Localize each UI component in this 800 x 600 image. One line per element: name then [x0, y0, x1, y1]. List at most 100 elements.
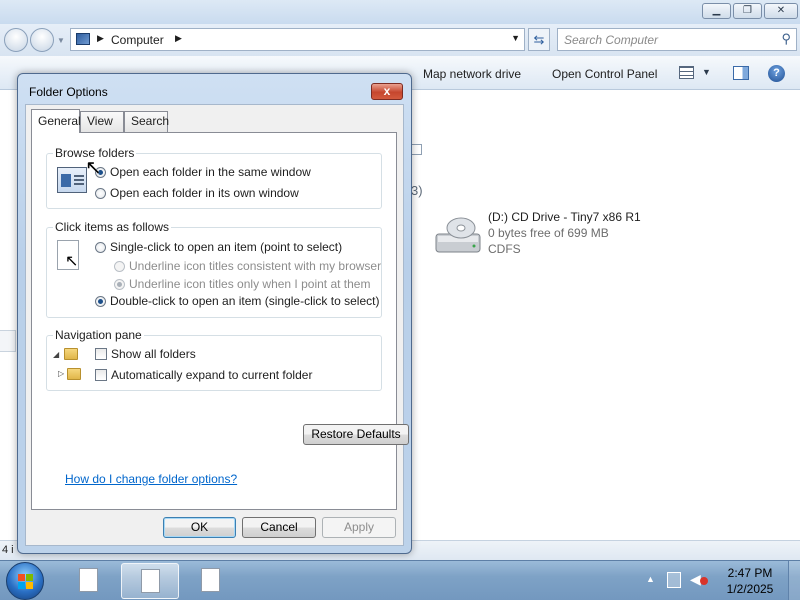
auto-expand-label[interactable]: Automatically expand to current folder — [111, 368, 312, 382]
same-window-option[interactable]: Open each folder in the same window — [95, 165, 311, 179]
refresh-button[interactable]: ⇆ — [528, 28, 550, 51]
group-count-partial: 3) — [411, 183, 423, 198]
same-window-label[interactable]: Open each folder in the same window — [110, 165, 311, 179]
recent-pages-dropdown-icon[interactable]: ▼ — [57, 36, 65, 45]
apply-button: Apply — [322, 517, 396, 538]
search-icon[interactable]: ⚲ — [781, 31, 791, 47]
taskbar-item-document-1[interactable] — [60, 563, 118, 599]
clock-time[interactable]: 2:47 PM — [720, 566, 780, 580]
maximize-button[interactable]: ❐ — [733, 3, 762, 19]
close-icon: x — [383, 84, 391, 98]
click-items-icon — [57, 240, 79, 271]
minimize-button[interactable]: ▁ — [702, 3, 731, 19]
address-bar-row: ▼ ▶ Computer ▶ ▼ ⇆ ⚲ — [0, 24, 800, 56]
folder-icon — [64, 348, 78, 360]
close-icon: ✕ — [776, 5, 786, 16]
single-click-option[interactable]: Single-click to open an item (point to s… — [95, 240, 342, 254]
show-all-folders-checkbox[interactable] — [95, 348, 107, 360]
restore-defaults-button[interactable]: Restore Defaults — [303, 424, 409, 445]
underline-browser-radio — [114, 261, 125, 272]
preview-pane-icon[interactable] — [733, 66, 749, 80]
explorer-titlebar: ▁ ❐ ✕ — [0, 0, 800, 24]
cd-drive-free-space: 0 bytes free of 699 MB — [488, 226, 609, 240]
show-hidden-icons-icon[interactable]: ▲ — [646, 574, 655, 584]
computer-icon — [76, 33, 90, 45]
taskbar: ▲ ◀ 2:47 PM 1/2/2025 — [0, 560, 800, 600]
dialog-title: Folder Options — [29, 85, 108, 99]
underline-browser-option: Underline icon titles consistent with my… — [114, 259, 381, 273]
minimize-icon: ▁ — [712, 5, 721, 16]
show-desktop-button[interactable] — [788, 561, 800, 600]
click-items-legend: Click items as follows — [53, 220, 172, 234]
breadcrumb-arrow-icon[interactable]: ▶ — [175, 33, 182, 44]
nav-pane-scroll-partial[interactable] — [0, 330, 16, 352]
group-checkbox-partial[interactable] — [411, 144, 422, 155]
search-input[interactable] — [564, 32, 769, 47]
mouse-pointer-icon: ↖ — [85, 157, 102, 179]
view-dropdown-icon[interactable]: ▼ — [702, 67, 711, 77]
search-box[interactable]: ⚲ — [557, 28, 797, 51]
explorer-close-button[interactable]: ✕ — [764, 3, 798, 19]
address-dropdown-icon[interactable]: ▼ — [511, 33, 520, 43]
taskbar-item-document-2[interactable] — [121, 563, 179, 599]
document-icon — [79, 568, 98, 592]
restore-icon: ❐ — [743, 5, 752, 16]
document-icon — [201, 568, 220, 592]
tab-search[interactable]: Search — [124, 111, 169, 132]
collapsed-triangle-icon: ▷ — [58, 369, 65, 378]
navigation-pane-group: Navigation pane ◢ ▷ Show all folders Aut… — [46, 328, 382, 391]
folder-icon — [67, 368, 81, 380]
dialog-close-button[interactable]: x — [371, 83, 403, 100]
item-count-text: 4 i — [2, 544, 14, 556]
cd-drive-item[interactable]: (D:) CD Drive - Tiny7 x86 R1 0 bytes fre… — [434, 208, 784, 258]
address-bar[interactable]: ▶ Computer ▶ ▼ — [70, 28, 525, 51]
dialog-body: General View Search Browse folders Open … — [25, 104, 409, 546]
own-window-option[interactable]: Open each folder in its own window — [95, 186, 299, 200]
muted-indicator-icon — [700, 577, 708, 585]
cancel-button[interactable]: Cancel — [242, 517, 316, 538]
navigation-pane-legend: Navigation pane — [53, 328, 144, 342]
show-all-folders-option[interactable]: Show all folders — [95, 347, 196, 361]
change-view-icon[interactable] — [679, 66, 694, 79]
map-network-drive-button[interactable]: Map network drive — [423, 67, 521, 81]
cd-drive-name: (D:) CD Drive - Tiny7 x86 R1 — [488, 210, 641, 224]
folder-options-help-link[interactable]: How do I change folder options? — [65, 472, 237, 486]
double-click-label[interactable]: Double-click to open an item (single-cli… — [110, 294, 379, 308]
tab-general[interactable]: General — [31, 109, 81, 133]
breadcrumb-computer[interactable]: Computer — [111, 33, 164, 47]
network-icon[interactable] — [667, 572, 681, 588]
auto-expand-checkbox[interactable] — [95, 369, 107, 381]
show-all-folders-label[interactable]: Show all folders — [111, 347, 196, 361]
cd-drive-filesystem: CDFS — [488, 242, 521, 256]
folder-options-dialog: Folder Options x General View Search Bro… — [17, 73, 412, 554]
auto-expand-option[interactable]: Automatically expand to current folder — [95, 368, 312, 382]
own-window-radio[interactable] — [95, 188, 106, 199]
general-tab-panel: Browse folders Open each folder in the s… — [31, 132, 409, 510]
tab-view[interactable]: View — [80, 111, 124, 132]
open-control-panel-button[interactable]: Open Control Panel — [552, 67, 657, 81]
forward-button[interactable] — [30, 28, 54, 52]
ok-button[interactable]: OK — [163, 517, 236, 538]
single-click-radio[interactable] — [95, 242, 106, 253]
back-button[interactable] — [4, 28, 28, 52]
browse-folders-icon — [57, 167, 87, 193]
underline-browser-label: Underline icon titles consistent with my… — [129, 259, 382, 273]
windows-logo-icon — [18, 574, 34, 590]
breadcrumb-arrow-icon[interactable]: ▶ — [97, 33, 104, 44]
own-window-label[interactable]: Open each folder in its own window — [110, 186, 299, 200]
taskbar-item-document-3[interactable] — [182, 563, 240, 599]
cd-drive-icon — [435, 217, 481, 253]
expanded-triangle-icon: ◢ — [53, 350, 60, 359]
document-icon — [141, 569, 160, 593]
clock-date[interactable]: 1/2/2025 — [720, 582, 780, 596]
double-click-radio[interactable] — [95, 296, 106, 307]
single-click-label[interactable]: Single-click to open an item (point to s… — [110, 240, 342, 254]
underline-point-option: Underline icon titles only when I point … — [114, 277, 370, 291]
underline-point-label: Underline icon titles only when I point … — [129, 277, 371, 291]
click-items-group: Click items as follows Single-click to o… — [46, 220, 382, 318]
help-icon[interactable]: ? — [768, 65, 785, 82]
double-click-option[interactable]: Double-click to open an item (single-cli… — [95, 294, 379, 308]
start-button[interactable] — [6, 562, 44, 600]
refresh-icon: ⇆ — [533, 32, 545, 47]
underline-point-radio — [114, 279, 125, 290]
